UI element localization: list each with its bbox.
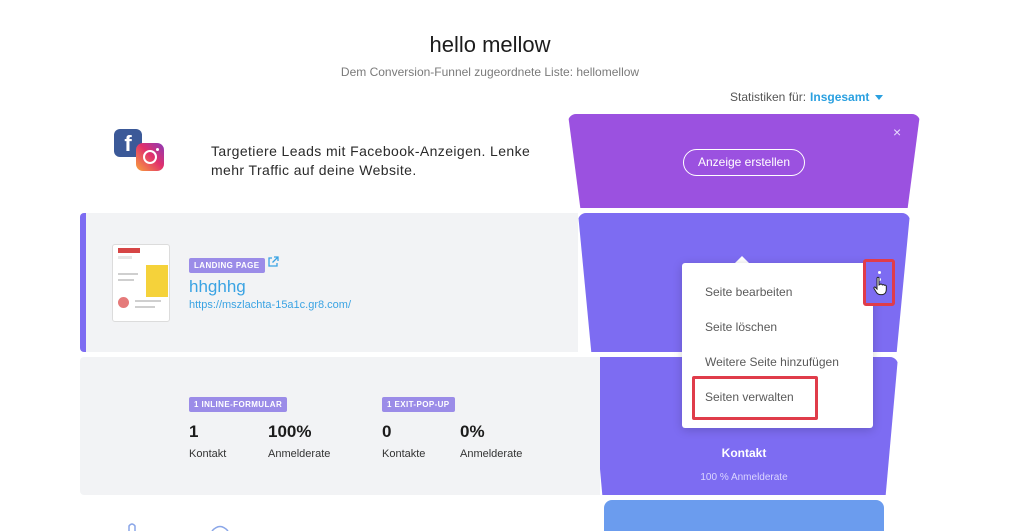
- landing-page-thumbnail[interactable]: [112, 244, 170, 322]
- highlight-manage-pages: [692, 376, 818, 420]
- inline-form-badge: 1 INLINE-FORMULAR: [189, 397, 288, 412]
- facebook-ads-promo-text: Targetiere Leads mit Facebook-Anzeigen. …: [211, 143, 531, 178]
- external-link-icon[interactable]: [267, 256, 279, 268]
- landing-page-name[interactable]: hhghhg: [189, 277, 246, 297]
- menu-item-delete-page[interactable]: Seite löschen: [705, 320, 777, 334]
- next-step-icons: [128, 523, 229, 531]
- funnel-subtitle: Dem Conversion-Funnel zugeordnete Liste:…: [340, 65, 640, 79]
- exit-signup-rate-label: Anmelderate: [460, 448, 523, 460]
- forms-row: [80, 357, 600, 495]
- hand-cursor-icon: [873, 276, 887, 296]
- inline-contact-count: 1: [189, 422, 199, 441]
- landing-page-badge: LANDING PAGE: [189, 258, 265, 273]
- social-icons: f: [114, 129, 166, 173]
- stats-filter[interactable]: Statistiken für: Insgesamt: [730, 90, 884, 104]
- inline-signup-rate-label: Anmelderate: [268, 448, 331, 460]
- inline-signup-rate: 100%: [268, 422, 312, 441]
- menu-item-edit-page[interactable]: Seite bearbeiten: [705, 285, 792, 299]
- chevron-down-icon[interactable]: [875, 95, 884, 101]
- inline-contact-label: Kontakt: [189, 448, 227, 460]
- exit-signup-rate: 0%: [460, 422, 485, 441]
- exit-contact-label: Kontakte: [382, 448, 426, 460]
- exit-contact-count: 0: [382, 422, 392, 441]
- close-icon[interactable]: ×: [893, 124, 901, 140]
- create-ad-button[interactable]: Anzeige erstellen: [683, 149, 805, 176]
- funnel-segment-next: [604, 500, 884, 531]
- funnel-rate-label: 100 % Anmelderate: [700, 472, 788, 483]
- instagram-icon: [136, 143, 164, 171]
- landing-page-url[interactable]: https://mszlachta-15a1c.gr8.com/: [189, 299, 351, 311]
- stats-label: Statistiken für:: [730, 90, 807, 104]
- funnel-contact-label: Kontakt: [721, 446, 767, 460]
- stats-select-value[interactable]: Insgesamt: [810, 90, 869, 104]
- menu-item-add-page[interactable]: Weitere Seite hinzufügen: [705, 355, 839, 369]
- exit-popup-badge: 1 EXIT-POP-UP: [382, 397, 455, 412]
- funnel-title: hello mellow: [429, 32, 551, 57]
